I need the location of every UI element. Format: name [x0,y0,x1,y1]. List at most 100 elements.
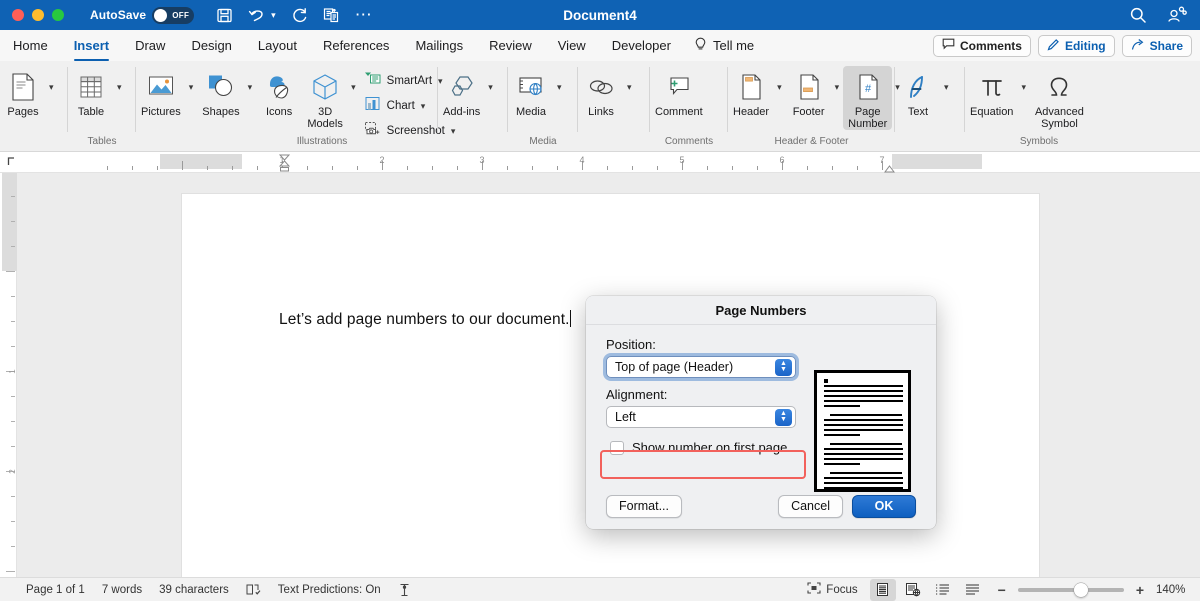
zoom-level-label[interactable]: 140% [1156,584,1190,596]
tab-draw[interactable]: Draw [122,30,178,61]
zoom-slider[interactable] [1018,588,1124,592]
tab-review[interactable]: Review [476,30,545,61]
document-paragraph[interactable]: Let’s add page numbers to our document. [279,310,571,329]
page-count-status[interactable]: Page 1 of 1 [26,584,85,596]
position-select[interactable]: Top of page (Header) ▲▼ [606,356,796,378]
tab-developer[interactable]: Developer [599,30,684,61]
tell-me-search[interactable]: Tell me [694,37,754,55]
close-window-button[interactable] [12,9,24,21]
media-caret-icon[interactable]: ▾ [553,82,566,93]
undo-dropdown-caret-icon[interactable]: ▾ [271,10,276,21]
focus-mode-button[interactable]: Focus [807,582,857,597]
preview-text-line [824,419,903,421]
3d-models-label: 3D Models [307,106,342,130]
left-tab-stop-icon[interactable] [0,151,22,172]
table-label: Table [78,106,104,118]
tab-design[interactable]: Design [178,30,244,61]
vertical-ruler[interactable]: 12 [0,173,17,577]
pictures-caret-icon[interactable]: ▾ [185,82,198,93]
zoom-in-button[interactable]: + [1136,582,1144,598]
shapes-icon [205,68,237,106]
text-cursor-icon[interactable] [398,583,411,597]
draft-icon[interactable] [960,579,986,601]
cancel-button[interactable]: Cancel [778,495,843,518]
text-caret-icon[interactable]: ▾ [940,82,953,93]
footer-button[interactable]: Footer [786,66,832,118]
outline-icon[interactable] [930,579,956,601]
share-button[interactable]: Share [1122,35,1192,57]
share-people-icon[interactable] [1167,6,1187,24]
save-icon[interactable] [216,7,233,24]
tabstrip-right-actions: Comments Editing Share [933,35,1192,57]
zoom-slider-handle[interactable] [1074,583,1088,597]
position-value: Top of page (Header) [615,360,775,374]
text-button[interactable]: Text [895,66,941,118]
pencil-icon [1047,38,1060,54]
3d-models-caret-icon[interactable]: ▾ [347,82,360,93]
add-ins-button[interactable]: Add-ins [438,66,485,118]
links-caret-icon[interactable]: ▾ [623,82,636,93]
undo-icon[interactable] [248,7,266,23]
horizontal-ruler[interactable]: 1234567 [0,152,1200,173]
footer-caret-icon[interactable]: ▾ [831,82,844,93]
text-icon [903,68,933,106]
comments-button[interactable]: Comments [933,35,1031,57]
zoom-out-button[interactable]: − [998,582,1006,598]
media-button[interactable]: Media [508,66,554,118]
editing-button[interactable]: Editing [1038,35,1115,57]
add-ins-caret-icon[interactable]: ▾ [484,82,497,93]
maximize-window-button[interactable] [52,9,64,21]
shapes-button[interactable]: Shapes [197,66,244,118]
ok-button[interactable]: OK [852,495,916,518]
icons-button[interactable]: Icons [256,66,302,118]
right-indent-marker[interactable] [884,161,895,170]
pages-caret-icon[interactable]: ▾ [45,82,58,93]
redo-icon[interactable] [291,7,308,24]
pages-button[interactable]: Pages [0,66,46,118]
text-predictions-status[interactable]: Text Predictions: On [278,584,381,596]
character-count-status[interactable]: 39 characters [159,584,229,596]
links-button[interactable]: Links [578,66,624,118]
header-caret-icon[interactable]: ▾ [773,82,786,93]
pictures-button[interactable]: Pictures [136,66,186,118]
tab-view[interactable]: View [545,30,599,61]
web-layout-icon[interactable] [900,579,926,601]
tab-layout[interactable]: Layout [245,30,310,61]
autosave-toggle[interactable]: OFF [152,7,194,24]
table-caret-icon[interactable]: ▾ [113,82,126,93]
tab-mailings[interactable]: Mailings [402,30,476,61]
tab-references[interactable]: References [310,30,402,61]
group-label-symbols: Symbols [965,135,1105,150]
window-controls[interactable] [12,9,64,21]
more-commands-icon[interactable]: ⋯ [355,11,373,19]
3d-models-icon [310,68,340,106]
alignment-select[interactable]: Left ▲▼ [606,406,796,428]
show-number-first-page-checkbox[interactable] [610,441,624,455]
format-painter-icon[interactable] [323,7,340,24]
word-count-status[interactable]: 7 words [102,584,142,596]
tab-home[interactable]: Home [0,30,61,61]
print-layout-icon[interactable] [870,579,896,601]
advanced-symbol-button[interactable]: Advanced Symbol [1030,66,1089,130]
3d-models-button[interactable]: 3D Models [302,66,348,130]
equation-caret-icon[interactable]: ▾ [1017,82,1030,93]
shapes-caret-icon[interactable]: ▾ [244,82,257,93]
equation-button[interactable]: Equation [965,66,1018,118]
page-number-button[interactable]: # Page Number [843,66,892,130]
comment-button[interactable]: Comment [650,66,708,118]
autosave-control[interactable]: AutoSave OFF [90,7,194,24]
titlebar-right-actions [1129,6,1187,24]
table-button[interactable]: Table [68,66,114,118]
proofing-check-icon[interactable] [246,583,261,596]
alignment-stepper-icon[interactable]: ▲▼ [775,409,792,426]
position-stepper-icon[interactable]: ▲▼ [775,359,792,376]
header-button[interactable]: Header [728,66,774,118]
search-icon[interactable] [1129,6,1147,24]
ruler-scale[interactable]: 1234567 [22,151,1200,172]
page-numbers-dialog[interactable]: Page Numbers Position: Top of page (Head… [586,296,936,529]
tab-insert[interactable]: Insert [61,30,122,61]
minimize-window-button[interactable] [32,9,44,21]
format-button[interactable]: Format... [606,495,682,518]
chart-caret-icon[interactable]: ▾ [421,101,426,112]
indent-marker[interactable] [279,154,290,172]
